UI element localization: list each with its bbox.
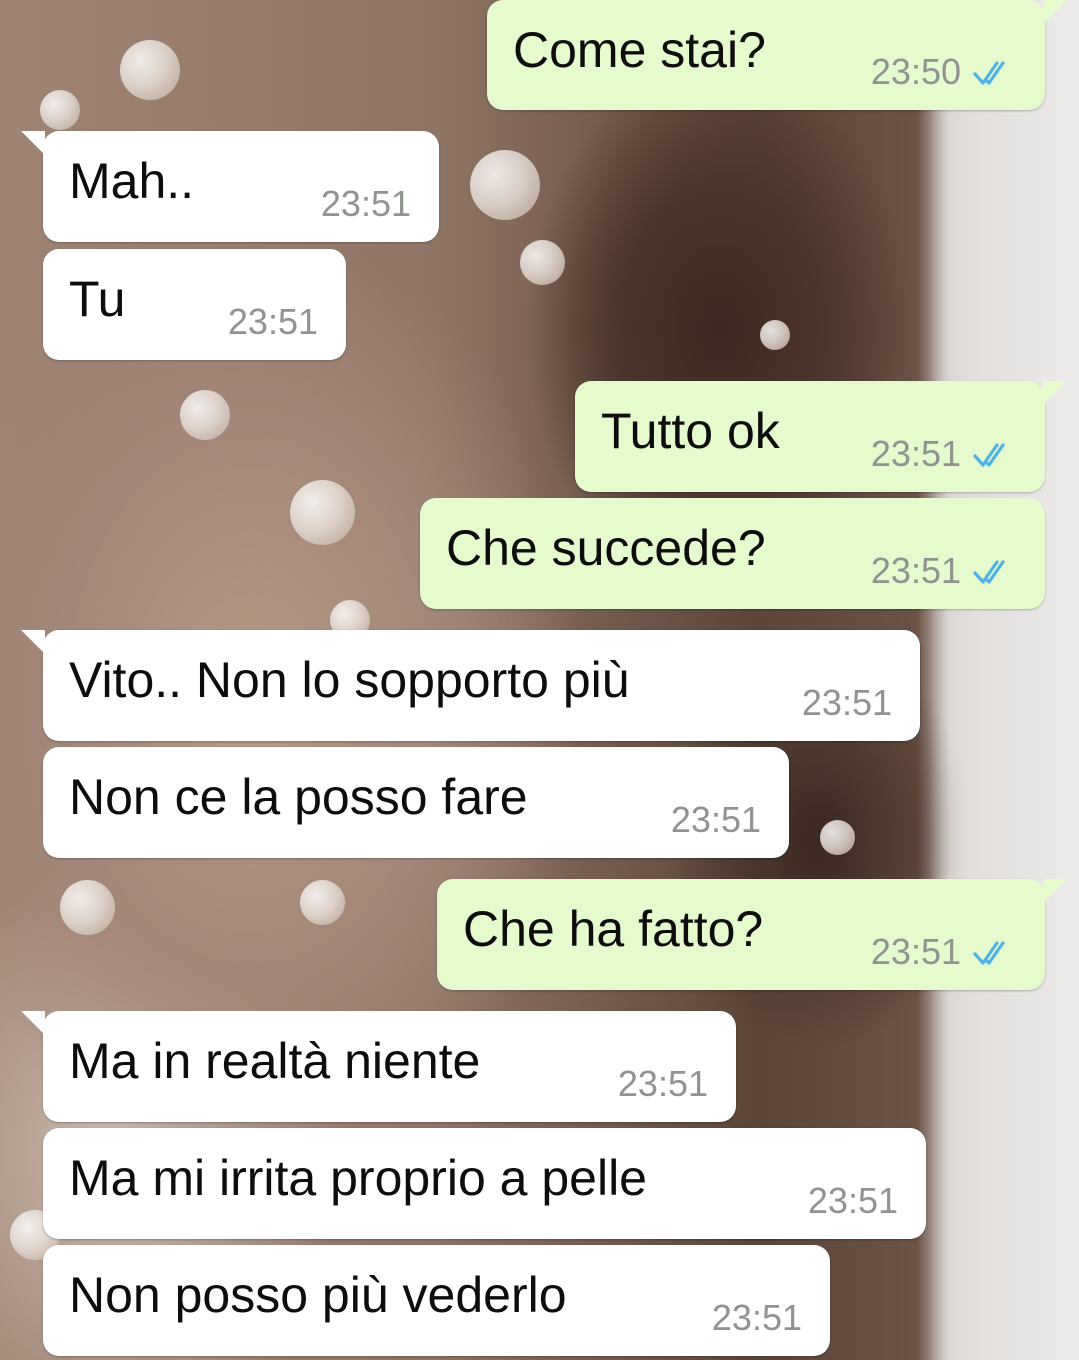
- message-time: 23:51: [801, 682, 892, 723]
- message-time: 23:51: [870, 550, 961, 591]
- message-meta: 23:51: [871, 932, 1017, 972]
- message-list[interactable]: Come stai? 23:50 Mah.. 23:51 Tu 23:51 Tu…: [0, 0, 1079, 1360]
- message-text: Vito.. Non lo sopporto più: [69, 652, 630, 708]
- message-time: 23:51: [670, 799, 761, 840]
- message-time: 23:51: [711, 1297, 802, 1338]
- message-time: 23:51: [227, 301, 318, 342]
- message-bubble-incoming[interactable]: Non posso più vederlo 23:51: [43, 1245, 830, 1356]
- message-meta: 23:51: [228, 302, 318, 342]
- message-text: Ma mi irrita proprio a pelle: [69, 1150, 647, 1206]
- message-time: 23:51: [870, 433, 961, 474]
- message-bubble-incoming[interactable]: Non ce la posso fare 23:51: [43, 747, 789, 858]
- message-meta: 23:51: [871, 551, 1017, 591]
- message-text: Tu: [69, 271, 126, 327]
- message-bubble-outgoing[interactable]: Come stai? 23:50: [487, 0, 1067, 110]
- double-check-icon: [973, 941, 1005, 965]
- message-meta: 23:51: [618, 1064, 708, 1104]
- message-time: 23:51: [807, 1180, 898, 1221]
- message-text: Che ha fatto?: [463, 901, 764, 957]
- message-bubble-incoming[interactable]: Ma in realtà niente 23:51: [21, 1011, 736, 1122]
- message-bubble-incoming[interactable]: Mah.. 23:51: [21, 131, 439, 242]
- double-check-icon: [973, 443, 1005, 467]
- message-time: 23:51: [320, 183, 411, 224]
- message-meta: 23:51: [321, 184, 411, 224]
- message-time: 23:51: [617, 1063, 708, 1104]
- message-text: Che succede?: [446, 520, 766, 576]
- message-bubble-incoming[interactable]: Tu 23:51: [43, 249, 346, 360]
- message-text: Come stai?: [513, 22, 766, 78]
- message-text: Non ce la posso fare: [69, 769, 528, 825]
- message-meta: 23:51: [802, 683, 892, 723]
- double-check-icon: [973, 560, 1005, 584]
- message-meta: 23:51: [712, 1298, 802, 1338]
- message-bubble-outgoing[interactable]: Tutto ok 23:51: [575, 381, 1067, 492]
- message-meta: 23:51: [808, 1181, 898, 1221]
- double-check-icon: [973, 61, 1005, 85]
- message-meta: 23:50: [871, 52, 1017, 92]
- message-bubble-outgoing[interactable]: Che ha fatto? 23:51: [437, 879, 1067, 990]
- message-bubble-outgoing[interactable]: Che succede? 23:51: [420, 498, 1045, 609]
- message-bubble-incoming[interactable]: Vito.. Non lo sopporto più 23:51: [21, 630, 920, 741]
- message-text: Mah..: [69, 153, 195, 209]
- message-bubble-incoming[interactable]: Ma mi irrita proprio a pelle 23:51: [43, 1128, 926, 1239]
- message-meta: 23:51: [671, 800, 761, 840]
- message-text: Tutto ok: [601, 403, 780, 459]
- message-text: Non posso più vederlo: [69, 1267, 567, 1323]
- message-time: 23:51: [870, 931, 961, 972]
- message-meta: 23:51: [871, 434, 1017, 474]
- message-text: Ma in realtà niente: [69, 1033, 481, 1089]
- message-time: 23:50: [870, 51, 961, 92]
